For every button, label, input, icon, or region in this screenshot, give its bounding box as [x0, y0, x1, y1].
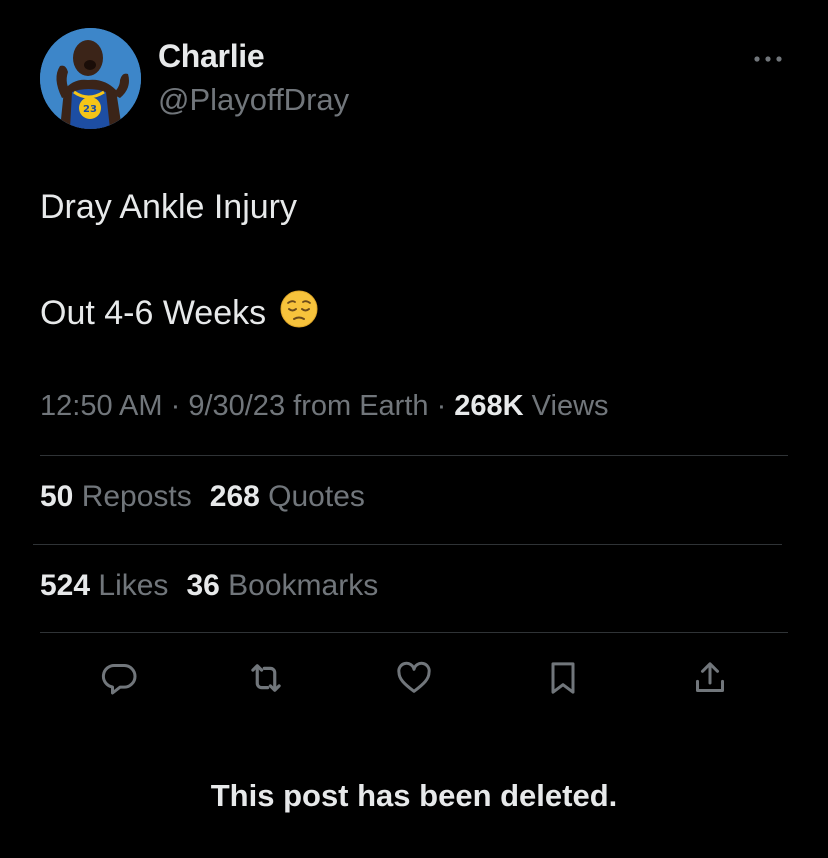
tweet-meta: 12:50 AM · 9/30/23 from Earth · 268K Vie… [40, 390, 609, 423]
display-name[interactable]: Charlie [158, 38, 265, 75]
deleted-post-notice: This post has been deleted. [210, 778, 618, 813]
share-icon [696, 662, 724, 692]
reply-icon [101, 663, 137, 695]
pensive-face-emoji [280, 290, 318, 337]
jersey-number: 23 [83, 104, 97, 115]
divider-meta [40, 455, 788, 456]
reply-button[interactable] [98, 656, 142, 700]
like-icon [397, 661, 431, 693]
tweet-text-line-1: Dray Ankle Injury [40, 188, 297, 226]
bookmarks-count: 36 [186, 569, 220, 602]
stats-row-likes-bookmarks: 524 Likes 36 Bookmarks [40, 569, 378, 603]
bookmark-icon [551, 662, 575, 694]
tweet-time[interactable]: 12:50 AM [40, 390, 163, 422]
views-label: Views [523, 390, 609, 422]
repost-button[interactable] [244, 656, 288, 700]
meta-separator-2: · [428, 390, 455, 422]
stats-row-reposts-quotes: 50 Reposts 268 Quotes [40, 480, 365, 514]
bookmarks-stat[interactable]: 36 Bookmarks [186, 569, 378, 602]
quotes-count: 268 [209, 480, 260, 513]
reposts-stat[interactable]: 50 Reposts [40, 480, 192, 513]
tweet-source: from Earth [285, 390, 429, 422]
views-count[interactable]: 268K [454, 390, 523, 422]
reposts-count: 50 [40, 480, 74, 513]
bookmarks-label: Bookmarks [219, 569, 379, 602]
bookmark-button[interactable] [541, 656, 585, 700]
avatar-image: 23 [40, 28, 141, 129]
reposts-label: Reposts [73, 480, 192, 513]
more-options-button[interactable] [748, 44, 788, 74]
share-button[interactable] [688, 656, 732, 700]
tweet-text-line-2: Out 4-6 Weeks [40, 294, 267, 332]
repost-icon [251, 664, 281, 692]
tweet-text-line-2-row: Out 4-6 Weeks [40, 290, 318, 337]
tweet-date[interactable]: 9/30/23 [188, 390, 285, 422]
likes-label: Likes [90, 569, 169, 602]
quotes-label: Quotes [259, 480, 365, 513]
avatar[interactable]: 23 [40, 28, 141, 129]
more-dots-icon [754, 56, 782, 62]
meta-separator-1: · [162, 390, 189, 422]
user-handle[interactable]: @PlayoffDray [158, 82, 349, 118]
quotes-stat[interactable]: 268 Quotes [210, 480, 365, 513]
like-button[interactable] [392, 656, 436, 700]
likes-count: 524 [40, 569, 91, 602]
likes-stat[interactable]: 524 Likes [40, 569, 168, 602]
divider-stats-1 [33, 544, 782, 545]
divider-stats-2 [40, 632, 788, 633]
